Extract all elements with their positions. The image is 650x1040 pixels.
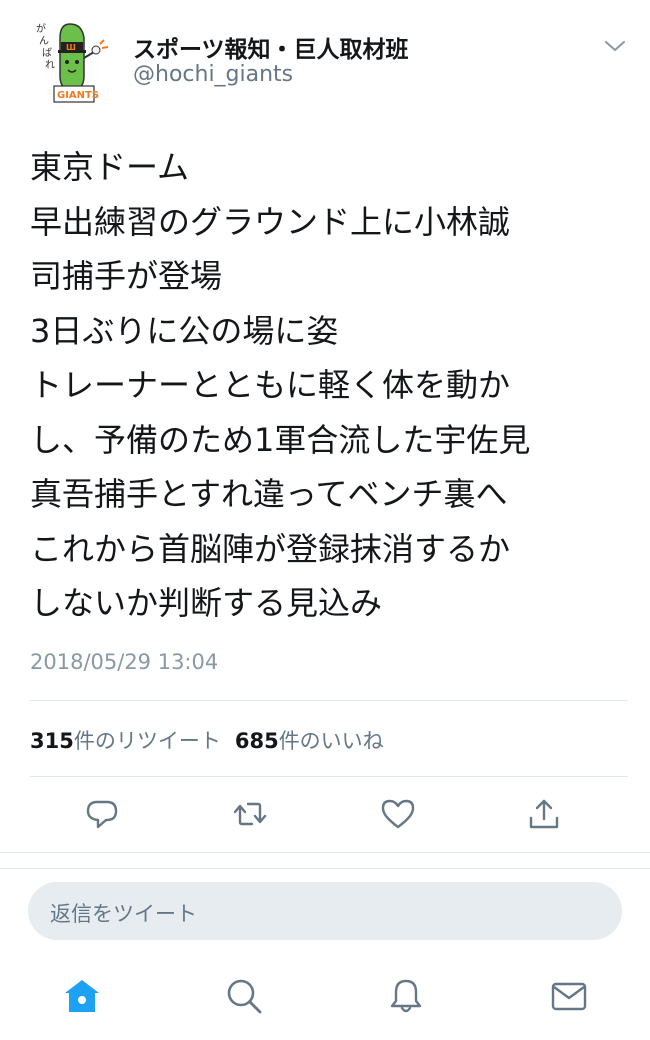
search-icon[interactable] [224, 976, 264, 1016]
share-icon[interactable] [526, 796, 562, 832]
svg-text:ば: ば [42, 47, 52, 59]
tweet-line: 東京ドーム [30, 148, 190, 186]
display-name[interactable]: スポーツ報知・巨人取材班 [133, 30, 409, 64]
divider [0, 852, 650, 853]
divider [30, 700, 628, 701]
tweet-text: 東京ドーム 早出練習のグラウンド上に小林誠 司捕手が登場 3日ぶりに公の場に姿 … [30, 140, 630, 631]
avatar-mascot-image: が ん ば れ Ш GIANTS [30, 18, 120, 108]
retweet-icon[interactable] [232, 796, 268, 832]
avatar-vertical-text: が [36, 22, 46, 35]
tweet-line: し、予備のため1軍合流した宇佐見 [30, 420, 531, 459]
avatar[interactable]: が ん ば れ Ш GIANTS [30, 18, 120, 108]
tweet-header: が ん ば れ Ш GIANTS スポーツ報知・巨人取材班 @hochi_gia… [0, 0, 650, 120]
reply-icon[interactable] [84, 796, 120, 832]
user-handle[interactable]: @hochi_giants [133, 62, 293, 87]
messages-icon[interactable] [549, 976, 589, 1016]
tweet-line: これから首脳陣が登録抹消するか [30, 529, 511, 568]
notifications-icon[interactable] [386, 976, 426, 1016]
svg-text:ん: ん [39, 35, 49, 47]
avatar-badge-text: GIANTS [57, 90, 99, 101]
home-icon[interactable] [62, 976, 102, 1016]
divider [30, 776, 628, 777]
chevron-down-icon[interactable] [602, 36, 628, 56]
engagement-stats: 315件のリツイート 685件のいいね [30, 725, 384, 755]
retweets-label: 件のリツイート [73, 729, 221, 753]
tweet-line: 早出練習のグラウンド上に小林誠 [30, 202, 511, 241]
like-icon[interactable] [380, 796, 416, 832]
likes-stat[interactable]: 685件のいいね [235, 729, 384, 753]
likes-label: 件のいいね [278, 729, 384, 753]
tweet-line: 3日ぶりに公の場に姿 [30, 311, 339, 350]
tweet-line: トレーナーとともに軽く体を動か [30, 366, 511, 404]
tweet-line: しないか判断する見込み [30, 584, 383, 622]
divider [0, 868, 650, 869]
retweets-stat[interactable]: 315件のリツイート [30, 729, 221, 753]
reply-placeholder: 返信をツイート [50, 902, 197, 926]
likes-count: 685 [234, 729, 279, 753]
reply-input[interactable]: 返信をツイート [28, 882, 622, 940]
svg-text:れ: れ [45, 59, 55, 71]
tweet-timestamp[interactable]: 2018/05/29 13:04 [30, 650, 218, 674]
retweets-count: 315 [30, 729, 74, 753]
tweet-line: 真吾捕手とすれ違ってベンチ裏へ [30, 475, 508, 513]
tweet-line: 司捕手が登場 [30, 257, 223, 295]
